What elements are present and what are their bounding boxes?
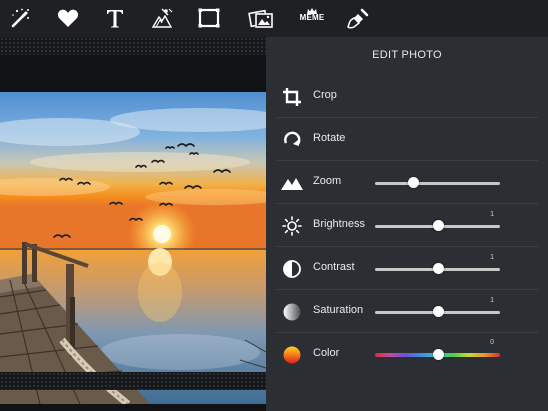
rotate-label: Rotate xyxy=(313,132,346,144)
color-hue-slider[interactable]: 0 xyxy=(375,339,500,360)
zoom-slider-knob[interactable] xyxy=(407,177,419,188)
panel-title: EDIT PHOTO xyxy=(372,49,442,61)
contrast-icon xyxy=(281,258,303,280)
meme-icon[interactable]: MEME xyxy=(296,4,328,32)
sticker-icon[interactable] xyxy=(245,4,277,32)
mountains-icon xyxy=(281,172,303,194)
saturation-icon xyxy=(281,301,303,323)
saturation-slider-knob[interactable] xyxy=(432,306,444,317)
saturation-value: 1 xyxy=(490,297,494,304)
brightness-value: 1 xyxy=(490,211,494,218)
top-toolbar: MEME xyxy=(0,0,548,37)
saturation-option: Saturation 1 xyxy=(276,290,538,333)
color-value: 0 xyxy=(490,339,494,346)
contrast-slider-knob[interactable] xyxy=(432,263,444,274)
magic-wand-icon[interactable] xyxy=(4,4,36,32)
saturation-label: Saturation xyxy=(313,304,364,316)
crop-icon xyxy=(281,86,303,108)
color-icon xyxy=(281,344,303,366)
zoom-label: Zoom xyxy=(313,175,342,187)
brightness-option: Brightness 1 xyxy=(276,204,538,247)
brightness-slider[interactable]: 1 xyxy=(375,211,500,231)
color-slider-knob[interactable] xyxy=(432,349,444,360)
brightness-slider-knob[interactable] xyxy=(432,220,444,231)
meme-label: MEME xyxy=(299,13,325,22)
photo-canvas-area[interactable] xyxy=(0,37,266,411)
color-label: Color xyxy=(313,347,340,359)
contrast-option: Contrast 1 xyxy=(276,247,538,290)
sun-icon xyxy=(281,215,303,237)
crop-option[interactable]: Crop xyxy=(276,75,538,118)
film-strip-bottom xyxy=(0,372,266,390)
contrast-slider[interactable]: 1 xyxy=(375,254,500,274)
rotate-option[interactable]: Rotate xyxy=(276,118,538,161)
saturation-slider[interactable]: 1 xyxy=(375,297,500,317)
crop-label: Crop xyxy=(313,89,337,101)
film-strip-top xyxy=(0,37,266,55)
zoom-slider[interactable] xyxy=(375,177,500,188)
frame-stamp-icon[interactable] xyxy=(146,4,178,32)
edit-photo-panel: EDIT PHOTO Crop Rotate Zoom Brightness 1… xyxy=(266,37,548,411)
color-option: Color 0 xyxy=(276,333,538,375)
contrast-value: 1 xyxy=(490,254,494,261)
heart-icon[interactable] xyxy=(52,4,84,32)
brush-icon[interactable] xyxy=(342,4,374,32)
zoom-option: Zoom xyxy=(276,161,538,204)
contrast-label: Contrast xyxy=(313,261,355,273)
brightness-label: Brightness xyxy=(313,218,365,230)
rotate-icon xyxy=(281,129,303,151)
sunset-pier-photo[interactable] xyxy=(0,92,266,404)
border-frame-icon[interactable] xyxy=(193,4,225,32)
text-icon[interactable] xyxy=(99,4,131,32)
